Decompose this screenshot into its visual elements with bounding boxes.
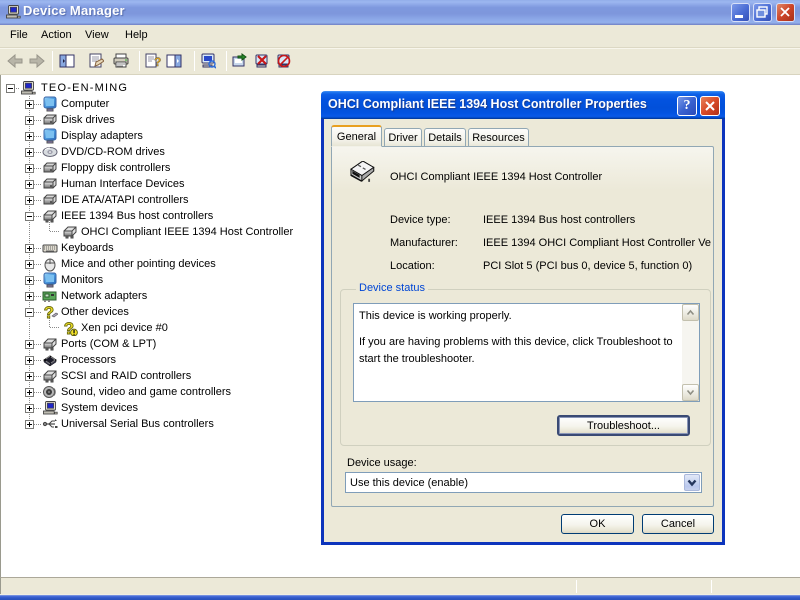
- svg-text:?: ?: [154, 55, 161, 69]
